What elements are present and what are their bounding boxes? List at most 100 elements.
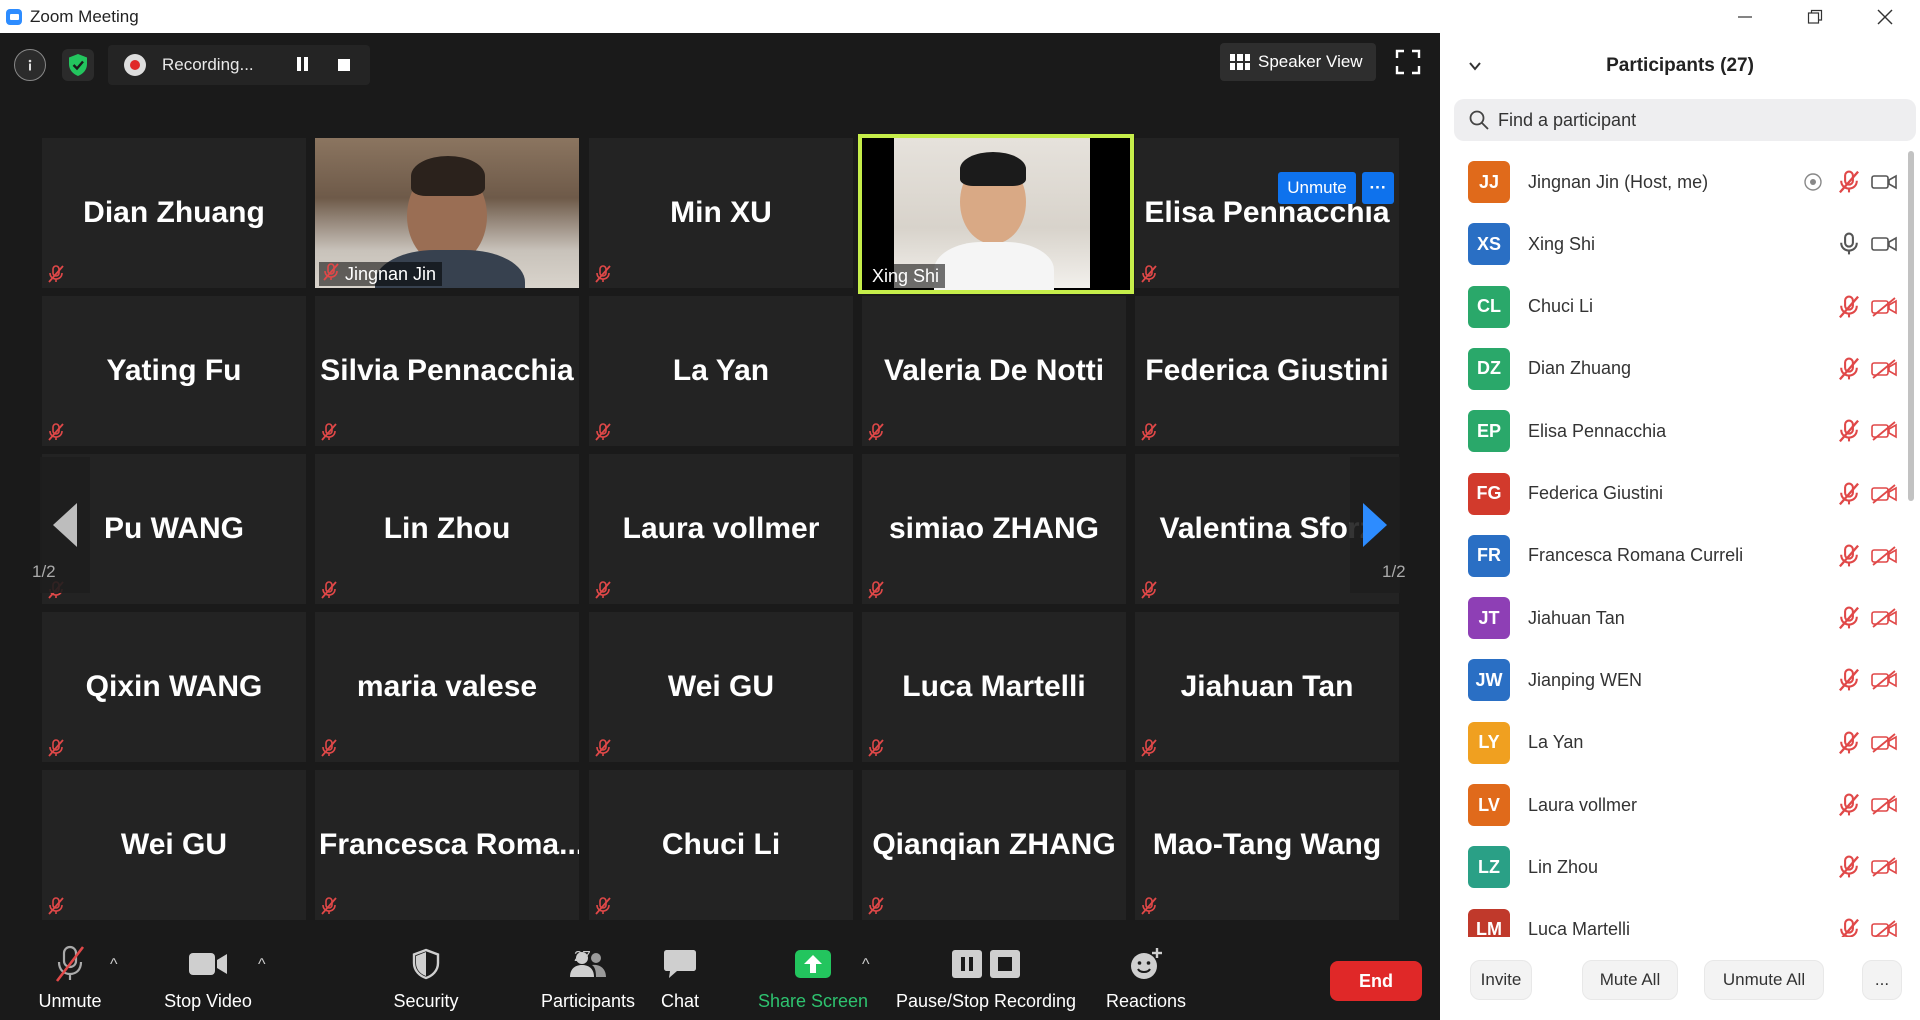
stop-video-button[interactable]: Stop Video [160, 936, 256, 1020]
mic-muted-icon[interactable] [1836, 667, 1862, 693]
mic-muted-icon[interactable] [1836, 418, 1862, 444]
participant-row[interactable]: LV Laura vollmer [1440, 774, 1906, 836]
video-off-icon[interactable] [1870, 481, 1898, 507]
mic-muted-icon[interactable] [1836, 792, 1862, 818]
participant-row[interactable]: XS Xing Shi [1440, 213, 1906, 275]
participant-tile[interactable]: Federica Giustini [1135, 296, 1399, 446]
mic-muted-icon[interactable] [1836, 730, 1862, 756]
participant-list-scrollbar[interactable] [1908, 151, 1914, 501]
video-off-icon[interactable] [1870, 418, 1898, 444]
participant-row[interactable]: CL Chuci Li [1440, 276, 1906, 338]
participant-tile-name: Jiahuan Tan [1180, 670, 1354, 703]
minimize-icon [1738, 15, 1752, 18]
participant-tile[interactable]: Valeria De Notti [862, 296, 1126, 446]
share-options-caret[interactable]: ^ [862, 956, 870, 974]
mic-muted-icon[interactable] [1836, 917, 1862, 937]
participant-tile[interactable]: Silvia Pennacchia [315, 296, 579, 446]
participant-tile[interactable]: Dian Zhuang [42, 138, 306, 288]
video-off-icon[interactable] [1870, 854, 1898, 880]
participant-tile-name: simiao ZHANG [888, 512, 1100, 545]
unmute-button[interactable]: Unmute [30, 936, 110, 1020]
participant-tile[interactable]: Francesca Roma... [315, 770, 579, 920]
security-button[interactable]: Security [386, 936, 466, 1020]
encryption-shield-icon[interactable] [62, 49, 94, 81]
meeting-info-icon[interactable] [14, 49, 46, 81]
restore-button[interactable] [1780, 0, 1850, 33]
participant-tile[interactable]: Wei GU [589, 612, 853, 762]
stop-recording-button[interactable] [338, 59, 350, 71]
participant-tile[interactable]: Chuci Li [589, 770, 853, 920]
participant-search-field[interactable]: Find a participant [1454, 99, 1916, 141]
video-off-icon[interactable] [1870, 792, 1898, 818]
participant-row[interactable]: JJ Jingnan Jin (Host, me) [1440, 151, 1906, 213]
invite-button[interactable]: Invite [1470, 960, 1532, 1000]
participant-row[interactable]: LZ Lin Zhou [1440, 836, 1906, 898]
participant-tile[interactable]: Min XU [589, 138, 853, 288]
mic-muted-icon[interactable] [1836, 356, 1862, 382]
video-off-icon[interactable] [1870, 356, 1898, 382]
video-off-icon[interactable] [1870, 543, 1898, 569]
video-off-icon[interactable] [1870, 605, 1898, 631]
participant-tile[interactable]: Laura vollmer [589, 454, 853, 604]
participant-tile[interactable]: Mao-Tang Wang [1135, 770, 1399, 920]
close-window-button[interactable] [1850, 0, 1920, 33]
pause-stop-recording-button[interactable]: Pause/Stop Recording [896, 936, 1076, 1020]
participant-tile[interactable]: Jingnan Jin [315, 138, 579, 288]
video-camera-icon[interactable] [1870, 231, 1898, 257]
participant-row[interactable]: JT Jiahuan Tan [1440, 587, 1906, 649]
mic-muted-icon [1139, 580, 1159, 600]
speaker-view-button[interactable]: Speaker View [1220, 43, 1376, 81]
participant-row[interactable]: FG Federica Giustini [1440, 463, 1906, 525]
video-off-icon[interactable] [1870, 294, 1898, 320]
stop-video-label: Stop Video [164, 991, 252, 1011]
mic-muted-icon[interactable] [1836, 605, 1862, 631]
participant-row[interactable]: JW Jianping WEN [1440, 649, 1906, 711]
participant-row[interactable]: LY La Yan [1440, 712, 1906, 774]
mic-muted-icon[interactable] [1836, 543, 1862, 569]
search-placeholder: Find a participant [1498, 109, 1637, 130]
reactions-button[interactable]: Reactions [1102, 936, 1190, 1020]
mic-muted-icon[interactable] [1836, 481, 1862, 507]
participant-tile[interactable]: Luca Martelli [862, 612, 1126, 762]
audio-options-caret[interactable]: ^ [110, 956, 118, 974]
participant-tile[interactable]: maria valese [315, 612, 579, 762]
tile-unmute-button[interactable]: Unmute [1278, 172, 1356, 204]
participant-row[interactable]: LM Luca Martelli [1440, 899, 1906, 937]
unmute-all-button[interactable]: Unmute All [1704, 960, 1824, 1000]
participant-tile[interactable]: Qixin WANG [42, 612, 306, 762]
participant-tile[interactable]: Yating Fu [42, 296, 306, 446]
participants-count-badge: 27 [574, 948, 591, 965]
video-off-icon[interactable] [1870, 730, 1898, 756]
pause-recording-button[interactable] [294, 57, 310, 73]
participant-tile[interactable]: Jiahuan Tan [1135, 612, 1399, 762]
participant-tile[interactable]: Qianqian ZHANG [862, 770, 1126, 920]
mic-muted-icon[interactable] [1836, 169, 1862, 195]
mic-muted-icon [319, 896, 339, 916]
participant-row[interactable]: DZ Dian Zhuang [1440, 338, 1906, 400]
video-off-icon[interactable] [1870, 917, 1898, 937]
video-options-caret[interactable]: ^ [258, 956, 266, 974]
mute-all-button[interactable]: Mute All [1582, 960, 1678, 1000]
participant-tile[interactable]: Wei GU [42, 770, 306, 920]
participant-tile[interactable]: Elisa Pennacchia [1135, 138, 1399, 288]
mic-muted-icon[interactable] [1836, 854, 1862, 880]
minimize-button[interactable] [1710, 0, 1780, 33]
tile-more-button[interactable]: ··· [1362, 172, 1394, 204]
participant-row[interactable]: FR Francesca Romana Curreli [1440, 525, 1906, 587]
participant-row[interactable]: EP Elisa Pennacchia [1440, 400, 1906, 462]
video-camera-icon[interactable] [1870, 169, 1898, 195]
microphone-icon[interactable] [1836, 231, 1862, 257]
chat-button[interactable]: Chat [640, 936, 720, 1020]
avatar: LZ [1468, 846, 1510, 889]
participant-tile[interactable]: simiao ZHANG [862, 454, 1126, 604]
video-off-icon[interactable] [1870, 667, 1898, 693]
participant-tile[interactable]: Lin Zhou [315, 454, 579, 604]
end-meeting-button[interactable]: End [1330, 961, 1422, 1001]
fullscreen-button[interactable] [1394, 48, 1422, 76]
share-screen-button[interactable]: Share Screen [758, 936, 868, 1020]
collapse-panel-button[interactable] [1468, 59, 1482, 73]
participant-tile[interactable]: La Yan [589, 296, 853, 446]
participant-tile[interactable]: Xing Shi [858, 134, 1134, 294]
panel-more-button[interactable]: ... [1862, 960, 1902, 1000]
mic-muted-icon[interactable] [1836, 294, 1862, 320]
